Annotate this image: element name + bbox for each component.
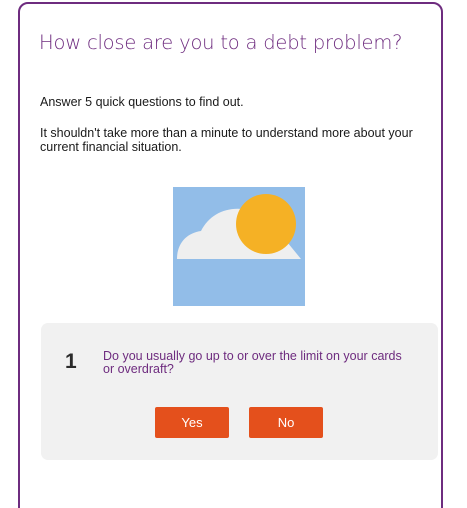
sun-behind-cloud-icon (173, 187, 305, 306)
question-text: Do you usually go up to or over the limi… (103, 349, 402, 376)
sun-shape (236, 194, 296, 254)
intro-text: Answer 5 quick questions to find out. (40, 95, 244, 109)
page-title: How close are you to a debt problem? (39, 31, 403, 54)
question-panel: 1 Do you usually go up to or over the li… (41, 323, 438, 460)
question-number: 1 (65, 350, 77, 373)
description-text: It shouldn't take more than a minute to … (40, 126, 413, 154)
no-button[interactable]: No (249, 407, 323, 438)
yes-button[interactable]: Yes (155, 407, 229, 438)
